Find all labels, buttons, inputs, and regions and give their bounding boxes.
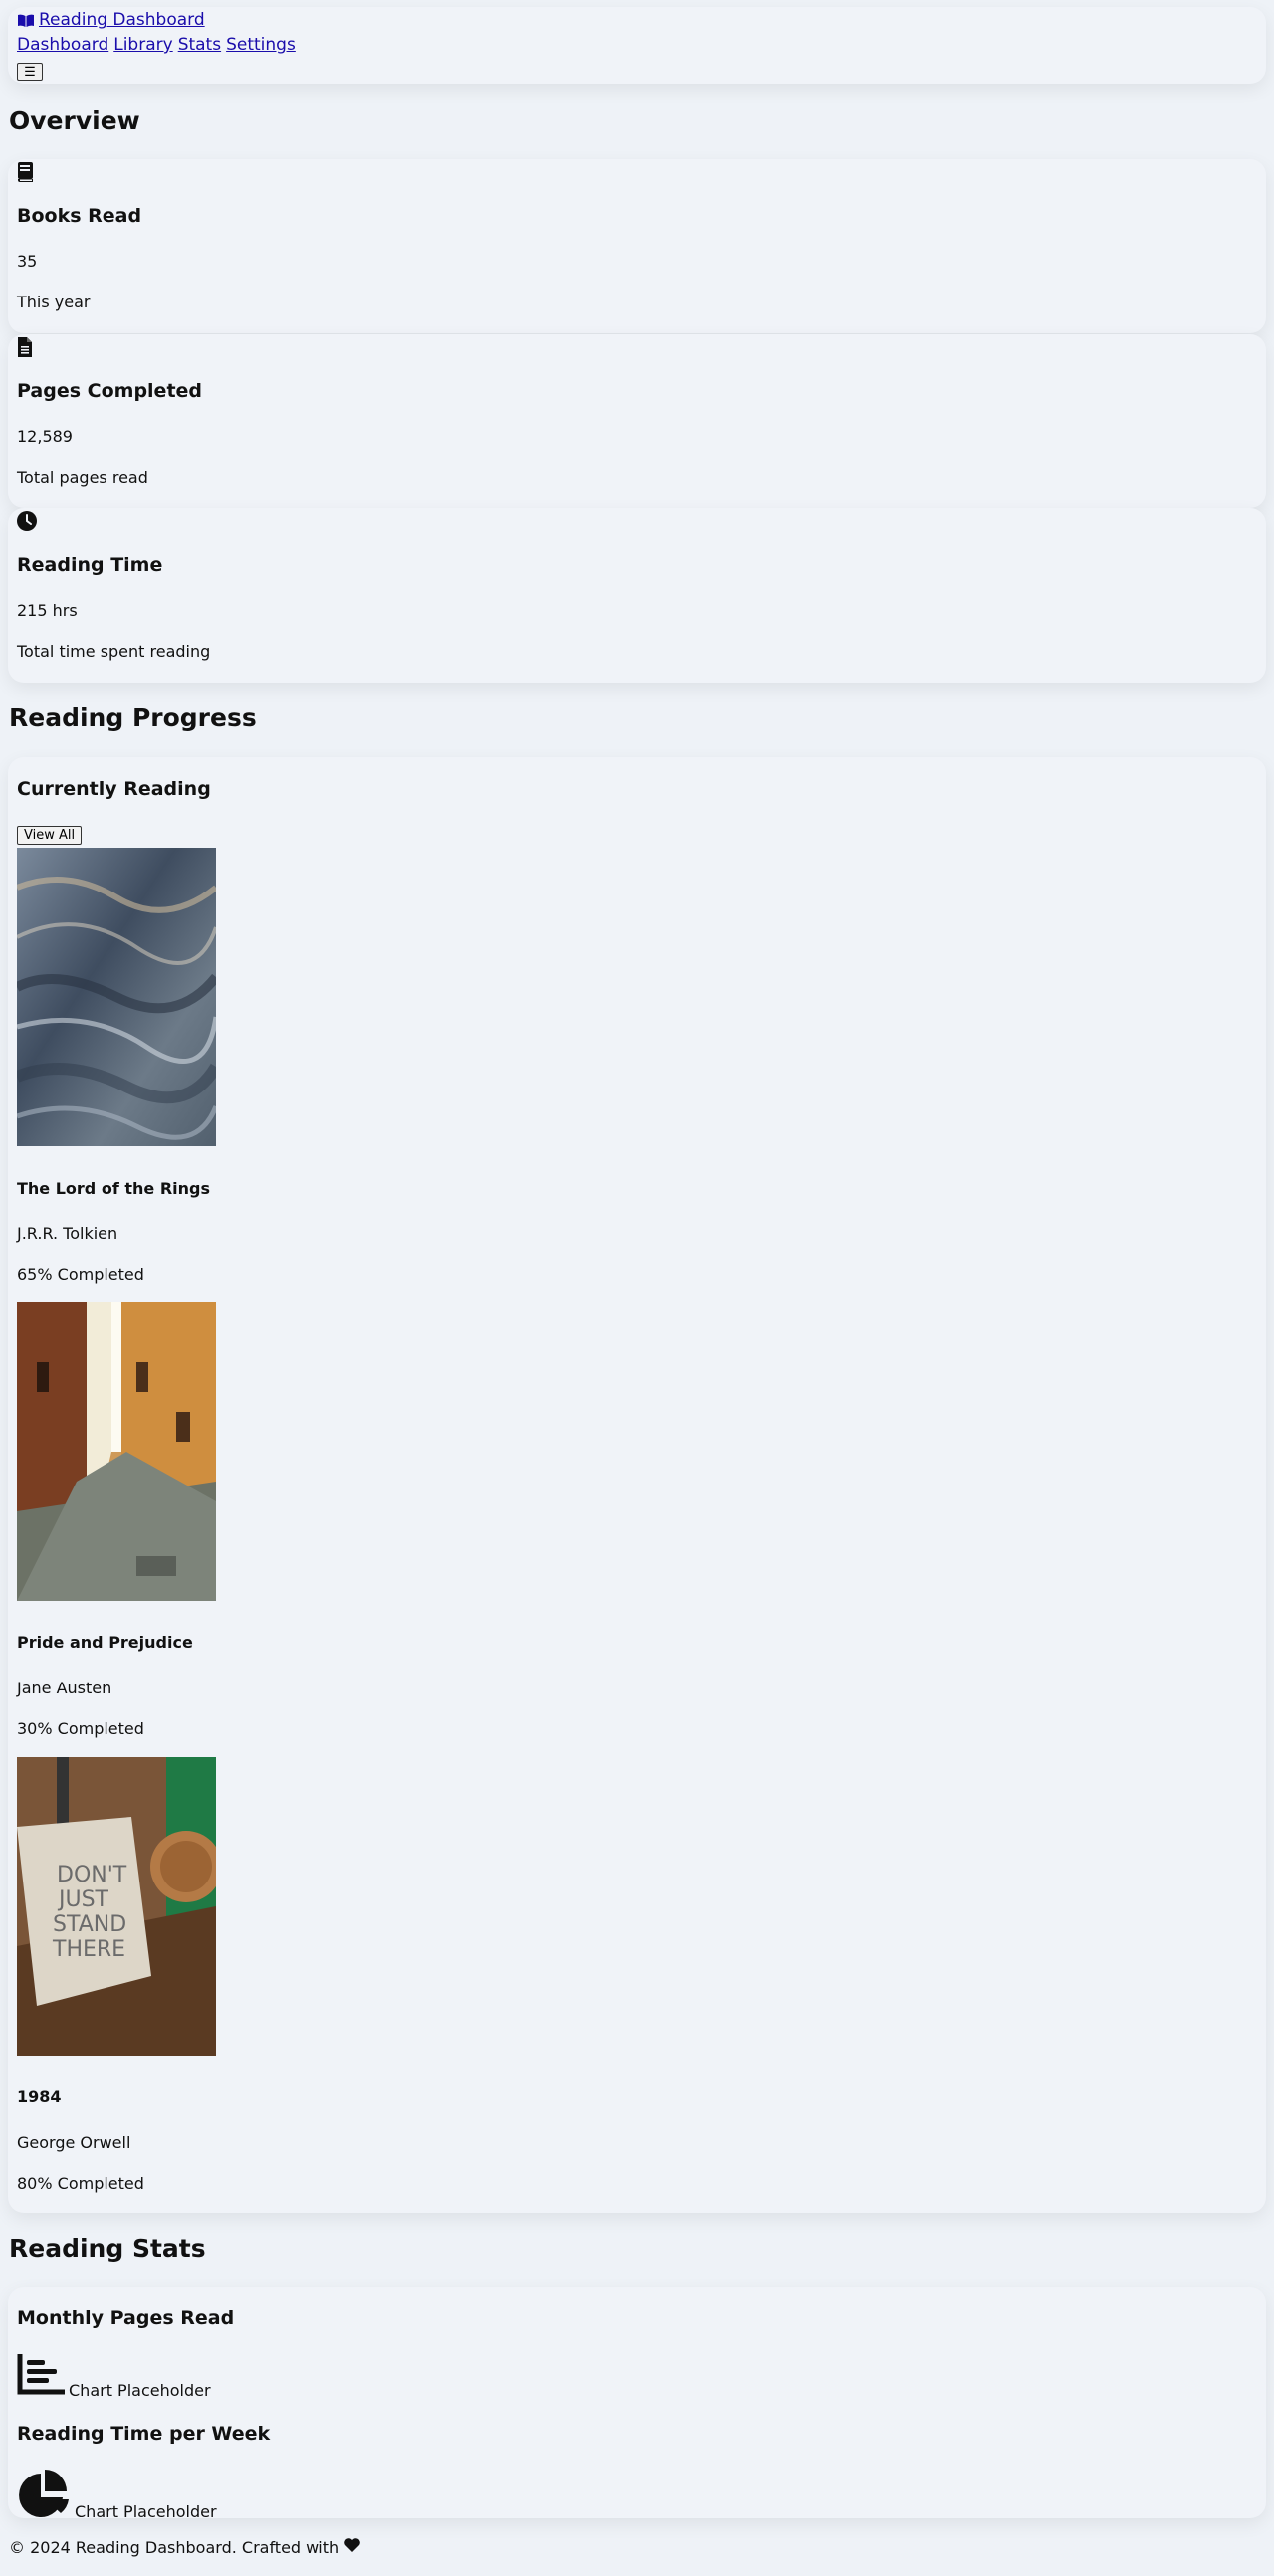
brand-link[interactable]: Reading Dashboard <box>17 10 205 30</box>
chart-title: Reading Time per Week <box>17 2423 271 2445</box>
stats-title: Reading Stats <box>9 2234 206 2263</box>
dont-just-stand-there-cover: DON'T JUST STAND THERE <box>17 1757 216 2056</box>
book-author: George Orwell <box>17 2133 131 2152</box>
stat-value: 35 <box>17 252 38 271</box>
pie-chart-icon <box>17 2470 71 2521</box>
hamburger-icon: ☰ <box>24 64 36 79</box>
stat-title: Pages Completed <box>17 380 203 402</box>
view-all-button[interactable]: View All <box>17 826 83 845</box>
heart-icon <box>343 2537 361 2557</box>
open-book-icon <box>17 13 35 27</box>
stat-caption: Total pages read <box>17 468 148 487</box>
document-icon <box>17 337 33 361</box>
stat-card-books: Books Read 35 This year <box>8 159 1266 333</box>
book-author: J.R.R. Tolkien <box>17 1224 118 1243</box>
nav-stats[interactable]: Stats <box>178 35 221 55</box>
stat-card-pages: Pages Completed 12,589 Total pages read <box>8 334 1266 508</box>
stat-title: Books Read <box>17 205 142 227</box>
header: Reading Dashboard Dashboard Library Stat… <box>8 7 1266 84</box>
footer: © 2024 Reading Dashboard. Crafted with <box>9 2537 361 2557</box>
chart-placeholder: Chart Placeholder <box>17 2354 211 2400</box>
stat-card-time: Reading Time 215 hrs Total time spent re… <box>8 508 1266 683</box>
book-cover[interactable] <box>17 848 216 1146</box>
chart-placeholder-label: Chart Placeholder <box>75 2502 217 2521</box>
clock-icon <box>17 511 37 535</box>
book-progress: 30% Completed <box>17 1719 144 1738</box>
nav-library[interactable]: Library <box>113 35 172 55</box>
book-author: Jane Austen <box>17 1679 112 1697</box>
book-title[interactable]: Pride and Prejudice <box>17 1633 193 1652</box>
chart-title: Monthly Pages Read <box>17 2307 235 2329</box>
stat-caption: Total time spent reading <box>17 642 211 661</box>
stat-value: 12,589 <box>17 427 73 446</box>
book-title[interactable]: 1984 <box>17 2087 62 2106</box>
stat-title: Reading Time <box>17 554 163 576</box>
book-cover[interactable]: DON'T JUST STAND THERE <box>17 1757 216 2056</box>
brand-label: Reading Dashboard <box>39 10 205 30</box>
footer-text: © 2024 Reading Dashboard. Crafted with <box>9 2537 340 2557</box>
progress-title: Reading Progress <box>9 703 257 732</box>
chart-placeholder: Chart Placeholder <box>17 2470 217 2521</box>
reading-stats-card: Monthly Pages Read Chart Placeholder Rea… <box>8 2287 1266 2521</box>
book-icon <box>17 162 35 186</box>
book-cover[interactable] <box>17 1302 216 1601</box>
book-progress: 65% Completed <box>17 1265 144 1284</box>
nav-dashboard[interactable]: Dashboard <box>17 35 108 55</box>
nav-settings[interactable]: Settings <box>226 35 296 55</box>
svg-text:JUST: JUST <box>57 1887 109 1912</box>
svg-text:THERE: THERE <box>52 1937 125 1962</box>
menu-toggle-button[interactable]: ☰ <box>17 63 43 81</box>
stat-caption: This year <box>17 293 91 311</box>
currently-reading-card: Currently Reading View All The Lord of t… <box>8 757 1266 2213</box>
currently-reading-title: Currently Reading <box>17 778 211 800</box>
chart-placeholder-label: Chart Placeholder <box>69 2381 211 2400</box>
svg-text:DON'T: DON'T <box>57 1863 127 1887</box>
stat-value: 215 hrs <box>17 601 78 620</box>
main-nav: Dashboard Library Stats Settings <box>17 35 296 55</box>
svg-text:STAND: STAND <box>53 1912 126 1937</box>
book-title[interactable]: The Lord of the Rings <box>17 1179 210 1198</box>
book-progress: 80% Completed <box>17 2174 144 2193</box>
bar-chart-icon <box>17 2354 65 2400</box>
overview-title: Overview <box>9 106 140 135</box>
